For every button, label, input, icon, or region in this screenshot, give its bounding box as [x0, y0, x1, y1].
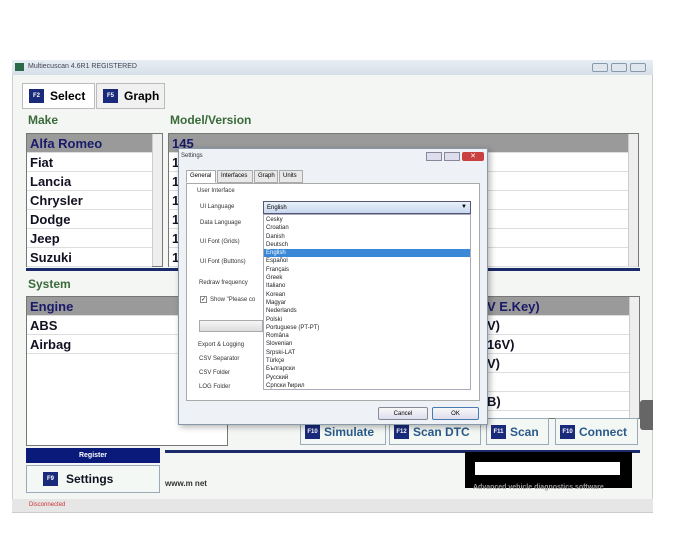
language-option[interactable]: Български [264, 365, 470, 373]
language-option[interactable]: Greek [264, 274, 470, 282]
language-option[interactable]: Српски ћирил [264, 382, 470, 390]
connect-button[interactable]: F10 Connect [555, 418, 638, 445]
cancel-button[interactable]: Cancel [378, 407, 428, 420]
chevron-down-icon: ▼ [461, 204, 467, 210]
language-option[interactable]: Magyar [264, 299, 470, 307]
ui-language-dropdown[interactable]: English ▼ [263, 201, 471, 214]
tab-label: Graph [124, 89, 160, 103]
language-option[interactable]: Cesky [264, 216, 470, 224]
make-item[interactable]: Jeep [27, 229, 152, 248]
export-label: Export & Logging [198, 342, 245, 348]
f9-key-icon: F9 [43, 472, 58, 486]
model-label: Model/Version [170, 113, 252, 127]
make-item[interactable]: Chrysler [27, 191, 152, 210]
tab-label: Select [50, 89, 86, 103]
make-item[interactable]: Fiat [27, 153, 152, 172]
window-title: Multiecuscan 4.6R1 REGISTERED [28, 63, 137, 70]
f12-key-icon: F12 [394, 424, 409, 439]
language-option[interactable]: Portuguese (PT-PT) [264, 324, 470, 332]
f2-key-icon: F2 [29, 89, 44, 103]
title-bar: Multiecuscan 4.6R1 REGISTERED [12, 60, 653, 75]
status-bar: Disconnected [12, 499, 653, 512]
side-tab-handle[interactable] [640, 400, 653, 430]
show-please-label: Show "Please co [210, 297, 256, 303]
language-option[interactable]: Srpski-LAT [264, 349, 470, 357]
dialog-close-icon[interactable]: ✕ [462, 152, 484, 161]
tab-graph[interactable]: F5 Graph [96, 83, 165, 109]
group-label: User Interface [197, 188, 235, 194]
button-label: Scan DTC [413, 424, 470, 439]
button-label: Connect [579, 424, 627, 439]
model-scrollbar[interactable] [628, 134, 638, 266]
language-option[interactable]: Nederlands [264, 307, 470, 315]
language-option[interactable]: Español [264, 257, 470, 265]
dialog-tab-graph[interactable]: Graph [254, 170, 278, 183]
csv-separator-label: CSV Separator [199, 356, 240, 362]
make-item[interactable]: Dodge [27, 210, 152, 229]
language-options-list[interactable]: Cesky Croatian Danish Deutsch English Español… [263, 214, 471, 390]
show-please-checkbox[interactable]: ✓ [200, 296, 207, 303]
language-option[interactable]: Slovenian [264, 340, 470, 348]
data-language-label: Data Language [200, 220, 242, 226]
language-option[interactable]: Româna [264, 332, 470, 340]
language-option[interactable]: English [264, 249, 470, 258]
language-option[interactable]: Italiano [264, 282, 470, 290]
tab-select[interactable]: F2 Select [22, 83, 95, 109]
ui-font-buttons-label: UI Font (Buttons) [200, 259, 246, 265]
language-option[interactable]: Croatian [264, 224, 470, 232]
scan-button[interactable]: F11 Scan [486, 418, 549, 445]
make-label: Make [28, 113, 59, 127]
language-option[interactable]: Danish [264, 233, 470, 241]
dialog-maximize[interactable] [444, 152, 460, 161]
tagline: Advanced vehicle diagnostics software [473, 484, 604, 491]
close-button[interactable] [630, 63, 646, 72]
make-item[interactable]: Lancia [27, 172, 152, 191]
maximize-button[interactable] [611, 63, 627, 72]
dropdown-value: English [267, 205, 287, 211]
register-button[interactable]: Register [26, 448, 160, 463]
system-label: System [28, 277, 71, 291]
language-option[interactable]: Deutsch [264, 241, 470, 249]
f11-key-icon: F11 [491, 424, 506, 439]
dialog-tab-interfaces[interactable]: Interfaces [217, 170, 253, 183]
language-option[interactable]: Türkçe [264, 357, 470, 365]
language-option[interactable]: Korean [264, 291, 470, 299]
make-item[interactable]: Alfa Romeo [27, 134, 152, 153]
language-option[interactable]: Русский [264, 374, 470, 382]
connection-status: Disconnected [29, 502, 66, 508]
dialog-tab-units[interactable]: Units [279, 170, 303, 183]
button-label: Scan [510, 424, 539, 439]
ui-language-label: UI Language [200, 204, 235, 210]
dialog-title: Settings [181, 153, 203, 159]
make-scrollbar[interactable] [152, 134, 162, 266]
redraw-label: Redraw frequency [199, 280, 248, 286]
ui-font-grids-label: UI Font (Grids) [200, 239, 240, 245]
button-label: Settings [66, 472, 114, 486]
button-label: Simulate [324, 424, 375, 439]
f10-key-icon: F10 [305, 424, 320, 439]
make-list[interactable]: Alfa Romeo Fiat Lancia Chrysler Dodge Je… [26, 133, 163, 267]
dialog-button-hidden[interactable] [199, 320, 263, 332]
csv-folder-label: CSV Folder [199, 370, 231, 376]
log-folder-label: LOG Folder [199, 384, 231, 390]
language-option[interactable]: Polski [264, 316, 470, 324]
logo-redacted [465, 452, 632, 488]
make-item[interactable]: Suzuki [27, 248, 152, 267]
f10-key-icon: F10 [560, 424, 575, 439]
ok-button[interactable]: OK [432, 407, 479, 420]
settings-button[interactable]: F9 Settings [26, 465, 160, 493]
language-option[interactable]: Français [264, 266, 470, 274]
website-link[interactable]: www.m net [165, 479, 207, 488]
version-scrollbar[interactable] [629, 297, 639, 418]
dialog-minimize[interactable] [426, 152, 442, 161]
dialog-tab-general[interactable]: General [186, 170, 216, 183]
minimize-button[interactable] [592, 63, 608, 72]
f5-key-icon: F5 [103, 89, 118, 103]
app-icon [15, 63, 24, 71]
